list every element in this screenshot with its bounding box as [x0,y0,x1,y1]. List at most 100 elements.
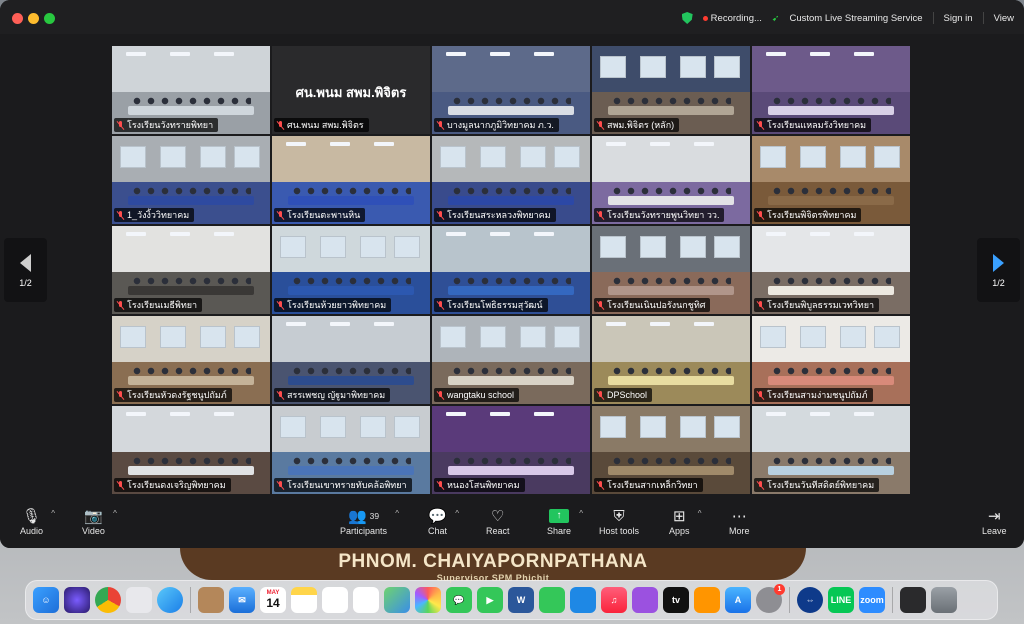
participant-video-tile[interactable]: โรงเรียนเนินปอรังนกชูทิศ [592,226,750,314]
dock-divider [789,587,790,613]
participant-name-label: โรงเรียนวังทรายพิทยา [114,118,219,132]
trash-icon[interactable] [931,587,957,613]
messages-icon[interactable]: 💬 [446,587,472,613]
chrome-icon[interactable] [95,587,121,613]
participant-video-tile[interactable]: โรงเรียนสามง่ามชนูปถัมภ์ [752,316,910,404]
chat-button[interactable]: 💬 Chat ^ [428,506,459,536]
participant-name-label: หนองโสนพิทยาคม [434,478,525,492]
notes-icon[interactable] [291,587,317,613]
maps-icon[interactable] [384,587,410,613]
contacts-icon[interactable] [198,587,224,613]
books-icon[interactable] [694,587,720,613]
share-button[interactable]: ↑ Share ^ [547,506,583,536]
mail-icon[interactable]: ✉ [229,587,255,613]
participant-video-tile[interactable]: DPSchool [592,316,750,404]
host-tools-label: Host tools [599,526,640,536]
participant-video-tile[interactable]: โรงเรียนแหลมรังวิทยาคม [752,46,910,134]
line-icon[interactable]: LINE [828,587,854,613]
teamviewer-icon[interactable]: ⇔ [797,587,823,613]
sign-in-button[interactable]: Sign in [944,13,973,24]
more-button[interactable]: ⋯ More [729,506,750,536]
participant-name: โรงเรียนโพธิธรรมสุวัฒน์ [447,300,543,310]
participant-video-tile[interactable]: โรงเรียนตะพานหิน [272,136,430,224]
participant-video-tile[interactable]: โรงเรียนวังทรายพิทยา [112,46,270,134]
participant-video-tile[interactable]: โรงเรียนพิบูลธรรมเวทวิทยา [752,226,910,314]
system-settings-icon[interactable]: 1 [756,584,785,613]
word-icon[interactable]: W [508,587,534,613]
microphone-muted-icon [117,210,124,220]
chevron-up-icon[interactable]: ^ [579,509,583,518]
view-menu-button[interactable]: View [994,13,1014,24]
numbers-icon[interactable] [539,587,565,613]
participant-video-tile[interactable]: 1_วังงิ้ววิทยาคม [112,136,270,224]
chevron-up-icon[interactable]: ^ [113,509,117,518]
participant-video-tile[interactable]: โรงเรียนเขาทรายทับคล้อพิทยา [272,406,430,494]
participant-video-tile[interactable]: สพม.พิจิตร (หลัก) [592,46,750,134]
microphone-muted-icon [597,120,604,130]
zoom-icon[interactable]: zoom [859,587,885,613]
microphone-muted-icon [437,210,444,220]
launchpad-icon[interactable] [126,587,152,613]
video-button[interactable]: 📷 Video ^ [82,506,117,536]
meeting-status-bar: Recording... ➹ Custom Live Streaming Ser… [681,10,1014,26]
participant-video-tile[interactable]: โรงเรียนโพธิธรรมสุวัฒน์ [432,226,590,314]
more-dots-icon: ⋯ [731,508,747,525]
chevron-up-icon[interactable]: ^ [51,509,55,518]
keynote-icon[interactable] [570,587,596,613]
react-button[interactable]: ♡ React [486,506,510,536]
leave-label: Leave [982,526,1007,536]
participant-name-label: 1_วังงิ้ววิทยาคม [114,208,195,222]
previous-page-button[interactable]: 1/2 [4,238,47,302]
minimize-window-button[interactable] [28,13,39,24]
participant-name: สรรเพชญ ญัฐูมาพิทยาคม [287,390,386,400]
participant-video-tile[interactable]: โรงเรียนห้วยยาวพิทยาคม [272,226,430,314]
participant-name-display: ศน.พนม สพม.พิจิตร [295,85,407,100]
participant-video-tile[interactable]: สรรเพชญ ญัฐูมาพิทยาคม [272,316,430,404]
safari-icon[interactable] [157,587,183,613]
next-page-button[interactable]: 1/2 [977,238,1020,302]
app-store-icon[interactable]: A [725,587,751,613]
fullscreen-window-button[interactable] [44,13,55,24]
host-tools-button[interactable]: ⛨ Host tools [599,506,640,537]
photos-icon[interactable] [415,587,441,613]
chevron-up-icon[interactable]: ^ [455,509,459,518]
close-window-button[interactable] [12,13,23,24]
recording-indicator[interactable]: Recording... [702,13,762,24]
reminders-icon[interactable] [353,587,379,613]
live-streaming-service-label[interactable]: Custom Live Streaming Service [789,13,922,24]
calendar-icon[interactable]: MAY 14 [260,587,286,613]
chevron-up-icon[interactable]: ^ [698,509,702,518]
participant-video-tile[interactable]: โรงเรียนเมธีพิทยา [112,226,270,314]
microphone-muted-icon [757,300,764,310]
recent-window-thumbnail[interactable] [900,587,926,613]
participant-video-tile[interactable]: โรงเรียนดงเจริญพิทยาคม [112,406,270,494]
facetime-icon[interactable]: ▶ [477,587,503,613]
participant-name-label: wangtaku school [434,388,520,402]
participant-video-tile[interactable]: โรงเรียนสากเหล็กวิทยา [592,406,750,494]
apple-tv-icon[interactable]: tv [663,587,689,613]
participant-video-tile[interactable]: โรงเรียนสระหลวงพิทยาคม [432,136,590,224]
encryption-shield-icon[interactable] [681,12,693,24]
participants-button[interactable]: 👥 39 Participants ^ [340,506,399,536]
finder-icon[interactable]: ☺ [33,587,59,613]
chevron-up-icon[interactable]: ^ [395,509,399,518]
participant-video-tile[interactable]: โรงเรียนหัวดงรัฐชนูปถัมภ์ [112,316,270,404]
leave-button[interactable]: ⇥ Leave [982,506,1007,536]
participant-video-tile[interactable]: wangtaku school [432,316,590,404]
participant-video-tile[interactable]: โรงเรียนวันทีสดิตย์พิทยาคม [752,406,910,494]
participant-name-label: ศน.พนม สพม.พิจิตร [274,118,369,132]
audio-button[interactable]: 🎙 Audio ^ [20,506,55,536]
participant-video-tile[interactable]: บางมูลนากภูมิวิทยาคม ภ.ว. [432,46,590,134]
music-icon[interactable]: ♫ [601,587,627,613]
participant-video-tile[interactable]: โรงเรียนวังทรายพูนวิทยา วว. [592,136,750,224]
banner-title: PHNOM. CHAIYAPORNPATHANA [338,551,648,572]
participant-video-tile[interactable]: ศน.พนม สพม.พิจิตร ศน.พนม สพม.พิจิตร [272,46,430,134]
apps-button[interactable]: ⊞ Apps ^ [669,506,702,536]
heart-icon: ♡ [491,508,505,525]
siri-icon[interactable] [64,587,90,613]
freeform-icon[interactable] [322,587,348,613]
participant-video-tile[interactable]: หนองโสนพิทยาคม [432,406,590,494]
participant-video-tile[interactable]: โรงเรียนพิจิตรพิทยาคม [752,136,910,224]
podcasts-icon[interactable] [632,587,658,613]
participant-name-label: สรรเพชญ ญัฐูมาพิทยาคม [274,388,391,402]
